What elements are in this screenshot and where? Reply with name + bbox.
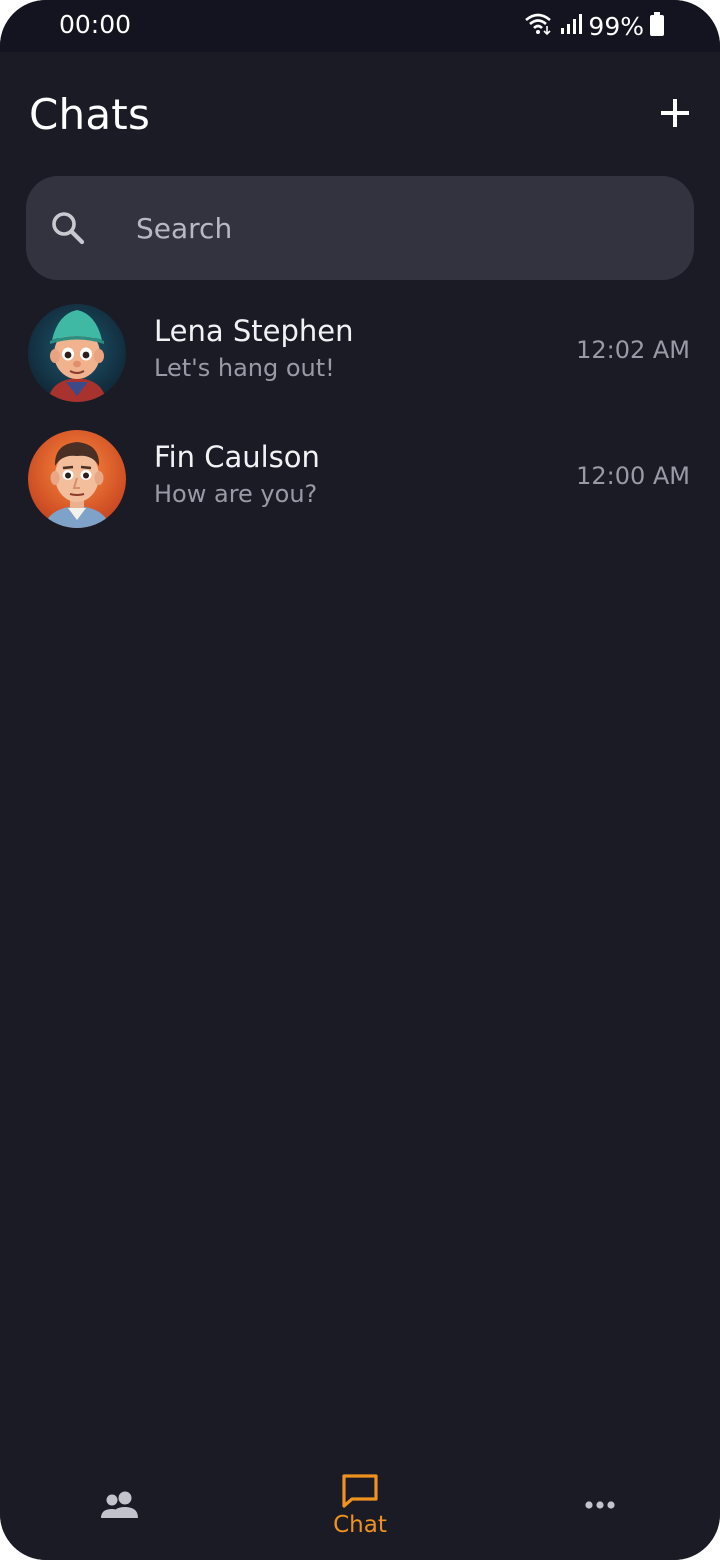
search-icon: [52, 212, 85, 245]
chat-list-item[interactable]: Lena Stephen Let's hang out! 12:02 AM: [0, 296, 720, 414]
status-icons: 99%: [524, 10, 664, 42]
contacts-icon: [101, 1491, 138, 1518]
chat-timestamp: 12:02 AM: [576, 336, 690, 364]
nav-chat[interactable]: Chat: [310, 1450, 410, 1560]
bottom-navigation: Chat: [0, 1450, 720, 1560]
battery-percentage: 99%: [588, 11, 644, 41]
signal-icon: [560, 12, 583, 40]
search-bar[interactable]: [26, 176, 694, 280]
chat-last-message: How are you?: [154, 480, 318, 508]
chat-icon: [342, 1474, 378, 1508]
chat-contact-name: Fin Caulson: [154, 440, 320, 474]
battery-icon: [650, 12, 664, 40]
avatar: [28, 430, 126, 528]
nav-chat-label: Chat: [333, 1512, 387, 1538]
chat-list-item[interactable]: Fin Caulson How are you? 12:00 AM: [0, 422, 720, 540]
phone-screen: 00:00 99% Chats Search Lena Stephen Let'…: [0, 0, 720, 1560]
nav-more[interactable]: [550, 1450, 650, 1560]
page-title: Chats: [29, 90, 151, 139]
status-bar: 00:00 99%: [0, 0, 720, 52]
status-time: 00:00: [59, 10, 132, 39]
avatar: [28, 304, 126, 402]
search-input[interactable]: [136, 176, 676, 280]
nav-contacts[interactable]: [70, 1450, 170, 1560]
chat-timestamp: 12:00 AM: [576, 462, 690, 490]
plus-icon: [661, 99, 689, 127]
wifi-icon: [524, 12, 554, 40]
new-chat-button[interactable]: [654, 92, 696, 134]
more-icon: [585, 1501, 615, 1509]
chat-last-message: Let's hang out!: [154, 354, 335, 382]
chat-contact-name: Lena Stephen: [154, 314, 354, 348]
